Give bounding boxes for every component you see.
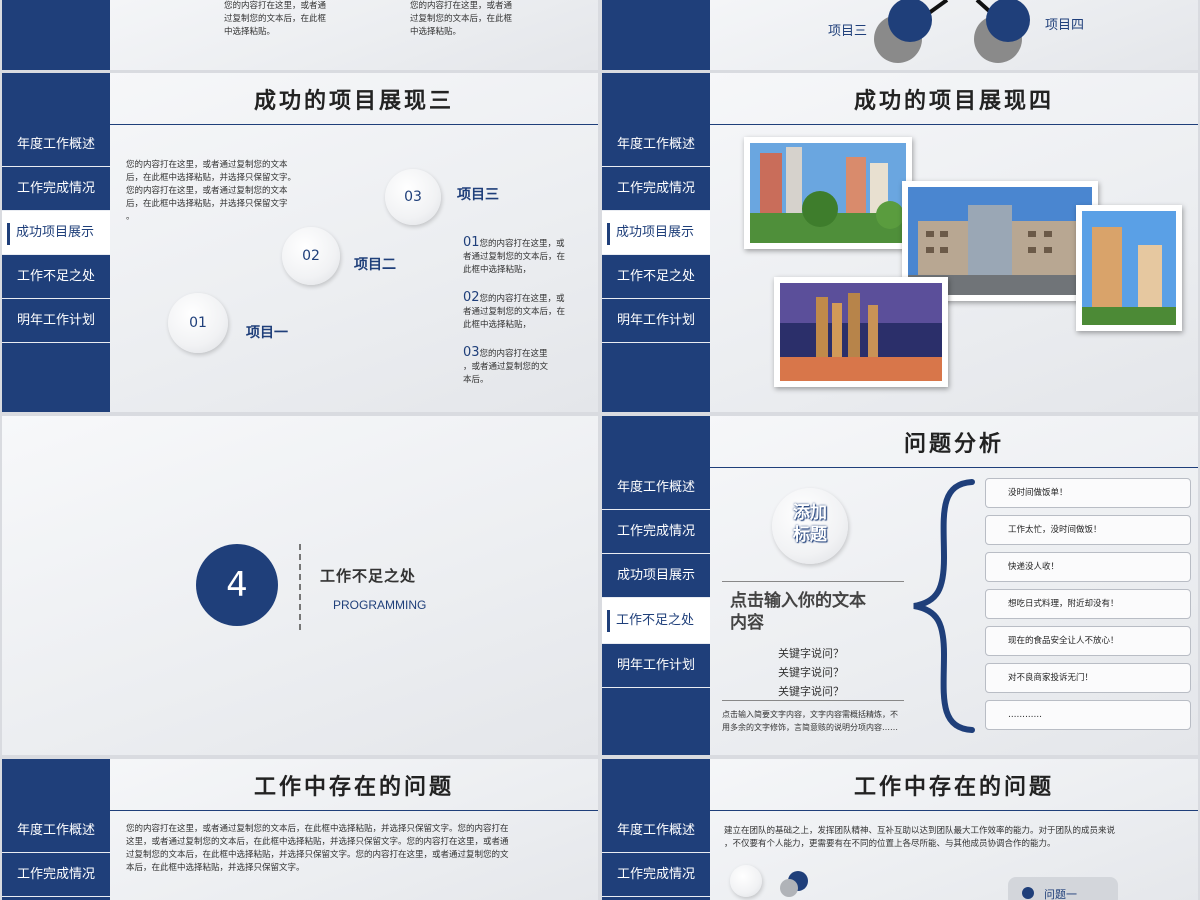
nav-item-completion[interactable]: 工作完成情况 [602, 167, 710, 211]
node-four [986, 0, 1030, 42]
sidebar: 年度工作概述 工作完成情况 [602, 759, 710, 900]
nav-item-next-year[interactable]: 明年工作计划 [2, 299, 110, 343]
slide-title: 成功的项目展现三 [110, 73, 598, 125]
sidebar: 年度工作概述 工作完成情况 成功项目展示 工作不足之处 明年工作计划 [602, 73, 710, 412]
nav-item-completion[interactable]: 工作完成情况 [602, 853, 710, 897]
title-badge: 添加 标题 [772, 488, 848, 564]
problem-tag-dot [1022, 887, 1034, 899]
step-circle-03: 03 [385, 169, 441, 225]
curly-brace [913, 479, 975, 733]
slide-top-left[interactable]: 您的内容打在这里，或者通 过复制您的文本后，在此框 中选择粘贴。 您的内容打在这… [2, 0, 598, 70]
sidebar: 年度工作概述 工作完成情况 成功项目展示 工作不足之处 明年工作计划 [2, 73, 110, 412]
section-divider [299, 544, 301, 630]
problem-body: 建立在团队的基础之上，发挥团队精神、互补互助以达到团队最大工作效率的能力。对于团… [724, 826, 1116, 849]
slide-top-right[interactable]: 项目三 项目四 [602, 0, 1198, 70]
deco-circle-grey [780, 879, 798, 897]
step-circle-02: 02 [282, 227, 340, 285]
nav-item-shortcomings[interactable]: 工作不足之处 [602, 598, 710, 644]
nav-item-overview[interactable]: 年度工作概述 [2, 809, 110, 853]
label-project-four: 项目四 [1045, 18, 1085, 33]
problem-tag: 问题一 [1008, 877, 1118, 900]
nav-item-overview[interactable]: 年度工作概述 [602, 123, 710, 167]
sidebar [2, 0, 110, 70]
nav-item-shortcomings[interactable]: 工作不足之处 [602, 255, 710, 299]
problem-tag-label: 问题一 [1044, 888, 1077, 900]
issue-pill-2: 工作太忙，没时间做饭！ [985, 515, 1191, 545]
item-02: 02您的内容打在这里，或 者通过复制您的文本后，在 此框中选择粘贴， [463, 290, 566, 330]
item-03: 03您的内容打在这里 ，或者通过复制您的文 本后。 [463, 345, 549, 385]
nav-item-completion[interactable]: 工作完成情况 [2, 853, 110, 897]
slide-problems-left[interactable]: 年度工作概述 工作完成情况 工作中存在的问题 您的内容打在这里，或者通过复制您的… [2, 759, 598, 900]
nav-item-overview[interactable]: 年度工作概述 [602, 466, 710, 510]
slide-title: 工作中存在的问题 [110, 759, 598, 811]
slide-title: 工作中存在的问题 [710, 759, 1198, 811]
text-block-a: 您的内容打在这里，或者通 过复制您的文本后，在此框 中选择粘贴。 [224, 1, 327, 37]
photo-tall-tower [1076, 205, 1182, 331]
step-label-01: 项目一 [246, 325, 288, 341]
issue-pill-5: 现在的食品安全让人不放心！ [985, 626, 1191, 656]
issue-pill-6: 对不良商家投诉无门！ [985, 663, 1191, 693]
nav-item-next-year[interactable]: 明年工作计划 [602, 644, 710, 688]
issue-pill-7: ………… [985, 700, 1191, 730]
text-block-b: 您的内容打在这里，或者通 过复制您的文本后，在此框 中选择粘贴。 [410, 1, 513, 37]
slide-section-four[interactable]: 4 工作不足之处 PROGRAMMING [2, 416, 598, 755]
nav-item-shortcomings[interactable]: 工作不足之处 [2, 255, 110, 299]
analysis-rule-bottom [722, 700, 904, 701]
slide-analysis[interactable]: 年度工作概述 工作完成情况 成功项目展示 工作不足之处 明年工作计划 问题分析 … [602, 416, 1198, 755]
label-project-three: 项目三 [828, 24, 868, 39]
step-label-03: 项目三 [457, 187, 499, 203]
photo-night-city [774, 277, 948, 387]
slide-projects-four[interactable]: 年度工作概述 工作完成情况 成功项目展示 工作不足之处 明年工作计划 成功的项目… [602, 73, 1198, 412]
nav-item-projects[interactable]: 成功项目展示 [602, 554, 710, 598]
nav-item-projects[interactable]: 成功项目展示 [602, 211, 710, 255]
step-label-02: 项目二 [354, 257, 396, 273]
issue-pill-3: 快递没人收！ [985, 552, 1191, 582]
problem-body: 您的内容打在这里，或者通过复制您的文本后，在此框中选择粘贴，并选择只保留文字。您… [126, 824, 509, 873]
analysis-keywords: 关键字说问？ 关键字说问？ 关键字说问？ [778, 647, 844, 698]
nav-item-projects[interactable]: 成功项目展示 [2, 211, 110, 255]
slide-problems-right[interactable]: 年度工作概述 工作完成情况 工作中存在的问题 建立在团队的基础之上，发挥团队精神… [602, 759, 1198, 900]
section-number-circle: 4 [196, 544, 278, 626]
analysis-rule-top [722, 581, 904, 582]
nav-item-overview[interactable]: 年度工作概述 [2, 123, 110, 167]
nav-item-next-year[interactable]: 明年工作计划 [602, 299, 710, 343]
deco-circle-light [730, 865, 762, 897]
issue-pill-1: 没时间做饭单！ [985, 478, 1191, 508]
section-subtitle: PROGRAMMING [333, 598, 427, 612]
issue-pill-4: 想吃日式料理，附近却没有！ [985, 589, 1191, 619]
sidebar [602, 0, 710, 70]
nav-item-overview[interactable]: 年度工作概述 [602, 809, 710, 853]
sidebar: 年度工作概述 工作完成情况 成功项目展示 工作不足之处 明年工作计划 [602, 416, 710, 755]
step-circle-01: 01 [168, 293, 228, 353]
section-title: 工作不足之处 [320, 567, 417, 585]
intro-text: 您的内容打在这里，或者通过复制您的文本 后，在此框中选择粘贴，并选择只保留文字。… [126, 160, 297, 222]
analysis-note: 点击输入简要文字内容，文字内容需概括精炼，不 用多余的文字修饰，言简意赅的说明分… [722, 710, 898, 732]
slide-title: 问题分析 [710, 416, 1198, 468]
node-three [888, 0, 932, 42]
sidebar: 年度工作概述 工作完成情况 [2, 759, 110, 900]
nav-item-completion[interactable]: 工作完成情况 [2, 167, 110, 211]
photo-towers-garden [744, 137, 912, 249]
slide-title: 成功的项目展现四 [710, 73, 1198, 125]
analysis-main-text: 点击输入你的文本 内容 [730, 591, 866, 633]
nav-item-completion[interactable]: 工作完成情况 [602, 510, 710, 554]
slide-projects-three[interactable]: 年度工作概述 工作完成情况 成功项目展示 工作不足之处 明年工作计划 成功的项目… [2, 73, 598, 412]
item-01: 01您的内容打在这里，或 者通过复制您的文本后，在 此框中选择粘贴， [463, 235, 566, 275]
